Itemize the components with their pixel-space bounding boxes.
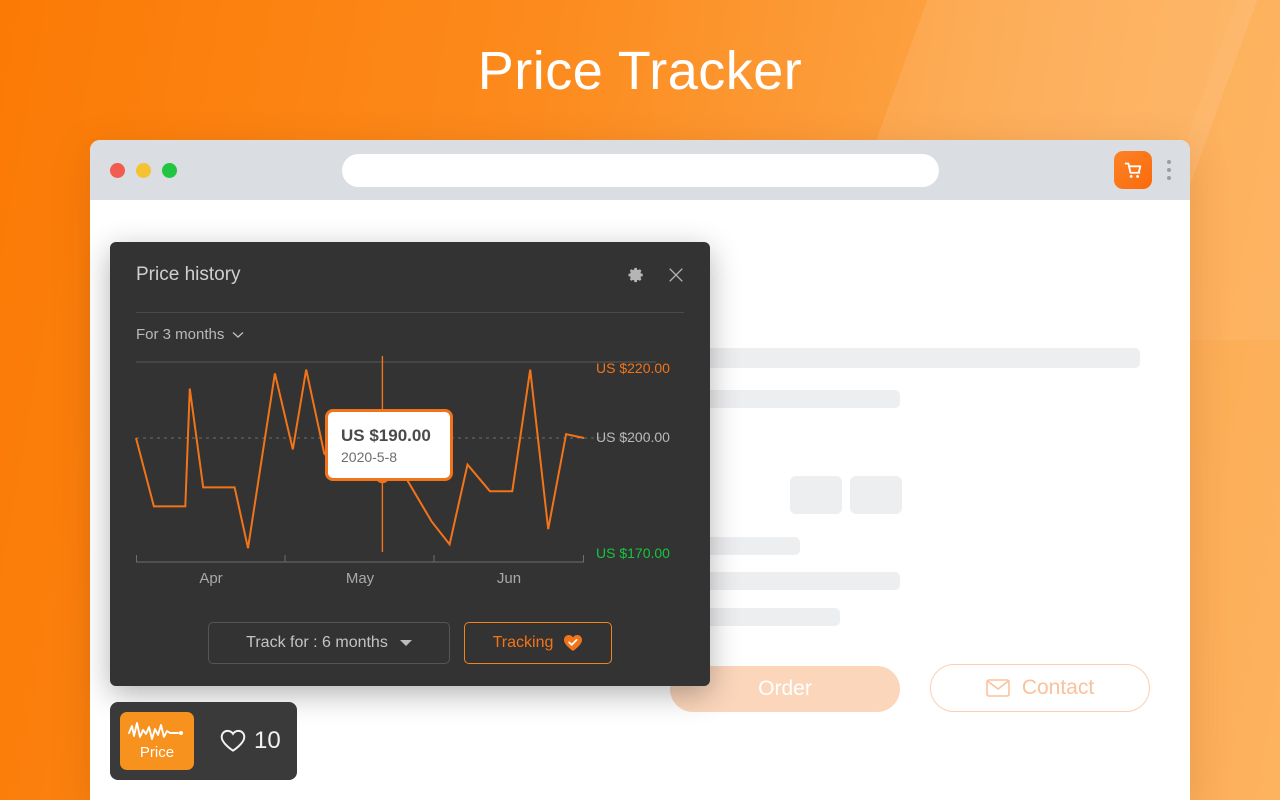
- panel-header: Price history: [110, 242, 710, 308]
- gear-icon: [628, 267, 643, 283]
- tooltip-date: 2020-5-8: [341, 448, 398, 465]
- close-icon: [669, 268, 683, 282]
- range-selector-label: For 3 months: [136, 326, 225, 343]
- range-selector[interactable]: For 3 months: [136, 326, 244, 343]
- placeholder-box: [850, 476, 902, 514]
- window-controls: [110, 162, 177, 178]
- chrome-toolbar: [1114, 140, 1176, 200]
- chart-x-axis: Apr May Jun: [136, 554, 584, 604]
- x-label-may: May: [345, 570, 375, 587]
- browser-chrome: [90, 140, 1190, 200]
- browser-menu-button[interactable]: [1162, 160, 1176, 180]
- extension-cart-button[interactable]: [1114, 151, 1152, 189]
- price-badge-label: Price: [139, 744, 175, 761]
- panel-header-actions: [624, 242, 688, 308]
- contact-button[interactable]: Contact: [930, 664, 1150, 712]
- shopping-cart-icon: [1124, 162, 1142, 178]
- placeholder-box: [790, 476, 842, 514]
- x-label-jun: Jun: [496, 570, 522, 587]
- tracking-button-label: Tracking: [492, 634, 554, 651]
- panel-footer: Track for : 6 months Tracking: [110, 622, 710, 664]
- price-history-panel: Price history For 3 months US $220.00 US…: [110, 242, 710, 686]
- y-label-max: US $220.00: [596, 360, 670, 376]
- address-bar[interactable]: [342, 154, 939, 187]
- chart-y-axis-labels: US $220.00 US $200.00 US $170.00: [596, 352, 710, 582]
- kebab-dot: [1167, 168, 1171, 172]
- track-duration-select[interactable]: Track for : 6 months: [208, 622, 450, 664]
- x-axis-ticks: [136, 555, 584, 563]
- heart-outline-icon: [220, 729, 246, 752]
- kebab-dot: [1167, 176, 1171, 180]
- settings-button[interactable]: [624, 263, 648, 287]
- close-window-button[interactable]: [110, 162, 125, 178]
- chart-tooltip: US $190.00 2020-5-8: [325, 409, 453, 481]
- page-title: Price Tracker: [477, 41, 803, 101]
- price-badge[interactable]: Price: [120, 712, 194, 770]
- panel-title: Price history: [136, 264, 241, 285]
- kebab-dot: [1167, 160, 1171, 164]
- chevron-down-icon: [399, 640, 412, 646]
- tooltip-price: US $190.00: [341, 425, 431, 445]
- close-panel-button[interactable]: [664, 263, 688, 287]
- minimize-window-button[interactable]: [136, 162, 151, 178]
- pulse-line-icon: [128, 722, 183, 740]
- maximize-window-button[interactable]: [162, 162, 177, 178]
- track-duration-label: Track for : 6 months: [246, 634, 388, 651]
- tracking-toggle-button[interactable]: Tracking: [464, 622, 612, 664]
- chevron-down-icon: [232, 331, 244, 338]
- heart-check-icon: [564, 635, 583, 651]
- favorites-counter[interactable]: 10: [220, 727, 281, 755]
- y-label-min: US $170.00: [596, 545, 670, 561]
- favorites-count: 10: [254, 727, 281, 754]
- panel-divider: [136, 312, 684, 313]
- x-label-apr: Apr: [199, 570, 223, 587]
- price-tracker-widget[interactable]: Price 10: [110, 702, 297, 780]
- y-label-mid: US $200.00: [596, 429, 670, 445]
- contact-button-label: Contact: [1021, 676, 1095, 699]
- envelope-icon: [986, 679, 1010, 697]
